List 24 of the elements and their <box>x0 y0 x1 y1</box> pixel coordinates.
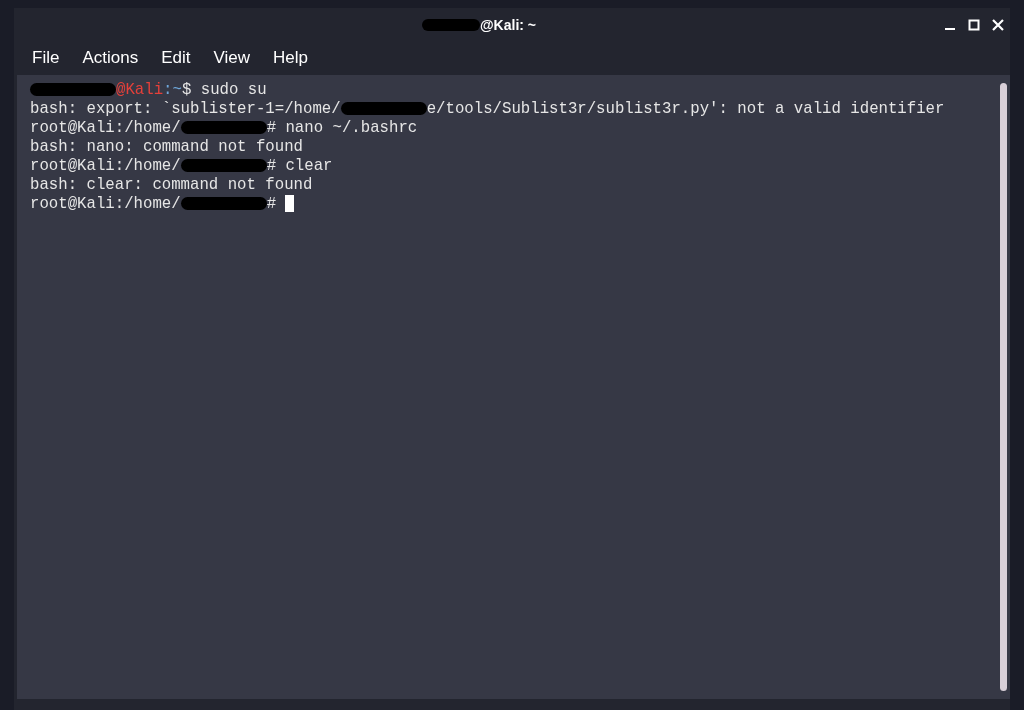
scrollbar[interactable] <box>996 75 1010 699</box>
menu-item[interactable]: Edit <box>161 45 191 71</box>
terminal-text: @Kali <box>116 81 164 99</box>
terminal-text: root@Kali:/home/ <box>30 195 181 213</box>
terminal-text: $ sudo su <box>181 81 267 99</box>
terminal-text: root@Kali:/home/ <box>30 157 181 175</box>
terminal-text: e/tools/Sublist3r/sublist3r.py': not a valid identifier <box>426 100 945 118</box>
menu-item[interactable]: File <box>32 45 60 71</box>
terminal-text: bash: export: `sublister-1=/home/ <box>30 100 341 118</box>
text-cursor <box>285 195 295 213</box>
maximize-icon[interactable] <box>968 19 980 31</box>
terminal-text: bash: nano: command not found <box>30 138 303 156</box>
close-icon[interactable] <box>992 19 1004 31</box>
terminal-text: root@Kali:/home/ <box>30 119 181 137</box>
menu-item[interactable]: View <box>213 45 250 71</box>
terminal-text: :~ <box>163 81 182 99</box>
menu-item[interactable]: Actions <box>82 45 139 71</box>
terminal-text: # nano ~/.bashrc <box>266 119 418 137</box>
terminal-text: bash: clear: command not found <box>30 176 313 194</box>
menu-item[interactable]: Help <box>273 45 308 71</box>
terminal-text: # <box>266 195 278 213</box>
window-title: @Kali: ~ <box>479 15 537 35</box>
terminal-text: # clear <box>266 157 333 175</box>
scrollbar-thumb[interactable] <box>999 83 1007 691</box>
